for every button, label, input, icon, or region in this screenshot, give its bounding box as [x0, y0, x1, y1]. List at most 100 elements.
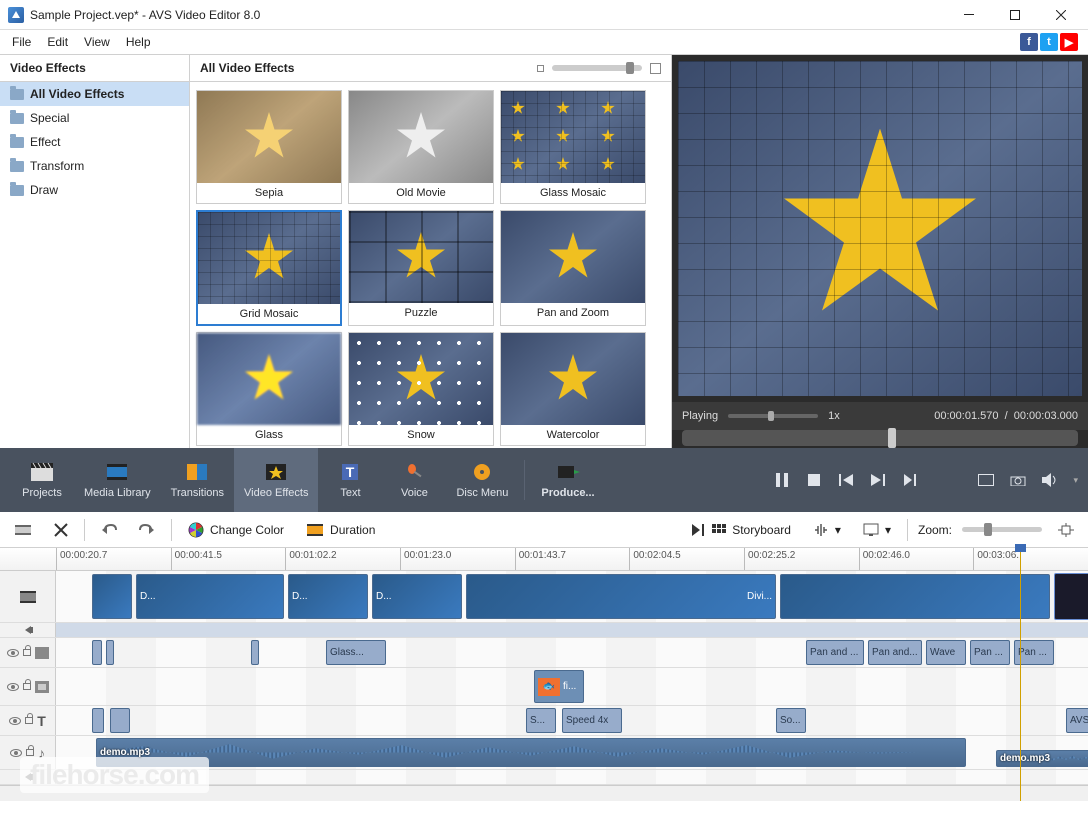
timeline-scrollbar[interactable] [0, 785, 1088, 801]
track-text: T S...Speed 4xSo...AVS Vid... [0, 706, 1088, 736]
playhead[interactable] [1020, 548, 1021, 801]
speaker-icon[interactable] [25, 773, 31, 781]
menu-file[interactable]: File [4, 33, 39, 51]
video-clip[interactable]: Divi... [466, 574, 776, 619]
overlay-clip[interactable]: 🐟 fi... [534, 670, 584, 703]
split-clip-button[interactable] [8, 518, 38, 542]
gallery-zoom-slider[interactable] [552, 65, 642, 71]
effect-thumb-sepia[interactable]: Sepia [196, 90, 342, 204]
preview-canvas [678, 61, 1082, 396]
tab-projects[interactable]: Projects [10, 448, 74, 512]
thumb-size-large-icon[interactable] [650, 63, 661, 74]
lock-icon[interactable] [23, 683, 31, 690]
timeline-zoom-slider[interactable] [962, 527, 1042, 532]
next-button[interactable] [869, 471, 887, 489]
tree-item-draw[interactable]: Draw [0, 178, 189, 202]
edit-toolbar: Change Color Duration Storyboard ▾ ▾ Zoo… [0, 512, 1088, 548]
text-clip[interactable]: So... [776, 708, 806, 733]
eye-icon[interactable] [7, 683, 19, 691]
duration-icon [306, 523, 324, 537]
effect-thumb-snow[interactable]: Snow [348, 332, 494, 446]
menu-help[interactable]: Help [118, 33, 159, 51]
storyboard-toggle[interactable]: Storyboard [686, 519, 797, 541]
text-clip[interactable]: Speed 4x [562, 708, 622, 733]
menu-view[interactable]: View [76, 33, 118, 51]
speed-slider[interactable] [728, 414, 818, 418]
facebook-icon[interactable]: f [1020, 33, 1038, 51]
change-color-button[interactable]: Change Color [182, 518, 290, 542]
effect-clip[interactable]: Pan and ... [806, 640, 864, 665]
video-clip[interactable]: D... [288, 574, 368, 619]
effect-thumb-watercolor[interactable]: Watercolor [500, 332, 646, 446]
transitions-icon [184, 461, 210, 483]
tab-text[interactable]: TText [318, 448, 382, 512]
tree-item-transform[interactable]: Transform [0, 154, 189, 178]
fit-timeline-button[interactable] [1052, 519, 1080, 541]
tab-disc-menu[interactable]: Disc Menu [446, 448, 518, 512]
gallery-header: All Video Effects [200, 61, 294, 75]
audio-clip[interactable]: demo.mp3 [96, 738, 966, 767]
effect-clip[interactable]: Glass... [326, 640, 386, 665]
video-clip[interactable] [92, 574, 132, 619]
effect-clip[interactable]: Wave [926, 640, 966, 665]
effect-thumb-old-movie[interactable]: Old Movie [348, 90, 494, 204]
audio-clip[interactable]: demo.mp3 [996, 750, 1088, 767]
delete-button[interactable] [48, 519, 74, 541]
tab-media-library[interactable]: Media Library [74, 448, 161, 512]
effect-thumb-pan-and-zoom[interactable]: Pan and Zoom [500, 210, 646, 326]
lock-icon[interactable] [26, 749, 34, 756]
video-clip[interactable] [1054, 573, 1088, 620]
text-clip[interactable]: AVS Vid... [1066, 708, 1088, 733]
video-clip[interactable]: D... [372, 574, 462, 619]
effect-thumb-puzzle[interactable]: Puzzle [348, 210, 494, 326]
disc-icon [469, 461, 495, 483]
eye-icon[interactable] [9, 717, 21, 725]
effect-thumb-grid-mosaic[interactable]: Grid Mosaic [196, 210, 342, 326]
undo-button[interactable] [95, 519, 123, 541]
tab-transitions[interactable]: Transitions [161, 448, 234, 512]
preview-display-button[interactable]: ▾ [857, 519, 897, 541]
tab-video-effects[interactable]: Video Effects [234, 448, 318, 512]
video-clip[interactable] [780, 574, 1050, 619]
folder-icon [10, 185, 24, 196]
video-clip[interactable]: D... [136, 574, 284, 619]
speaker-icon[interactable] [25, 626, 31, 634]
preview-scrubber[interactable] [682, 430, 1078, 446]
microphone-icon [401, 461, 427, 483]
menu-edit[interactable]: Edit [39, 33, 76, 51]
effect-thumb-glass[interactable]: Glass [196, 332, 342, 446]
duration-button[interactable]: Duration [300, 519, 381, 541]
playback-speed: 1x [828, 410, 840, 422]
minimize-button[interactable] [946, 0, 992, 30]
stop-button[interactable] [805, 471, 823, 489]
youtube-icon[interactable]: ▶ [1060, 33, 1078, 51]
tab-produce[interactable]: Produce... [531, 448, 604, 512]
step-button[interactable] [901, 471, 919, 489]
redo-button[interactable] [133, 519, 161, 541]
prev-button[interactable] [837, 471, 855, 489]
eye-icon[interactable] [10, 749, 22, 757]
thumb-size-small-icon[interactable] [537, 65, 544, 72]
lock-icon[interactable] [25, 717, 33, 724]
maximize-button[interactable] [992, 0, 1038, 30]
effect-clip[interactable]: Pan and... [868, 640, 922, 665]
volume-button[interactable] [1041, 471, 1059, 489]
text-clip[interactable]: S... [526, 708, 556, 733]
close-button[interactable] [1038, 0, 1084, 30]
tree-item-effect[interactable]: Effect [0, 130, 189, 154]
text-icon: T [337, 461, 363, 483]
audio-mix-button[interactable]: ▾ [807, 519, 847, 541]
tree-item-all-video-effects[interactable]: All Video Effects [0, 82, 189, 106]
effect-clip[interactable]: Pan ... [970, 640, 1010, 665]
tab-voice[interactable]: Voice [382, 448, 446, 512]
twitter-icon[interactable]: t [1040, 33, 1058, 51]
lock-icon[interactable] [23, 649, 31, 656]
track-audio: ♪ demo.mp3demo.mp3 [0, 736, 1088, 770]
tree-item-special[interactable]: Special [0, 106, 189, 130]
pause-button[interactable] [773, 471, 791, 489]
snapshot-button[interactable] [1009, 471, 1027, 489]
effect-thumb-glass-mosaic[interactable]: Glass Mosaic [500, 90, 646, 204]
fullscreen-button[interactable] [977, 471, 995, 489]
timeline-ruler[interactable]: 00:00:20.700:00:41.500:01:02.200:01:23.0… [0, 548, 1088, 571]
eye-icon[interactable] [7, 649, 19, 657]
